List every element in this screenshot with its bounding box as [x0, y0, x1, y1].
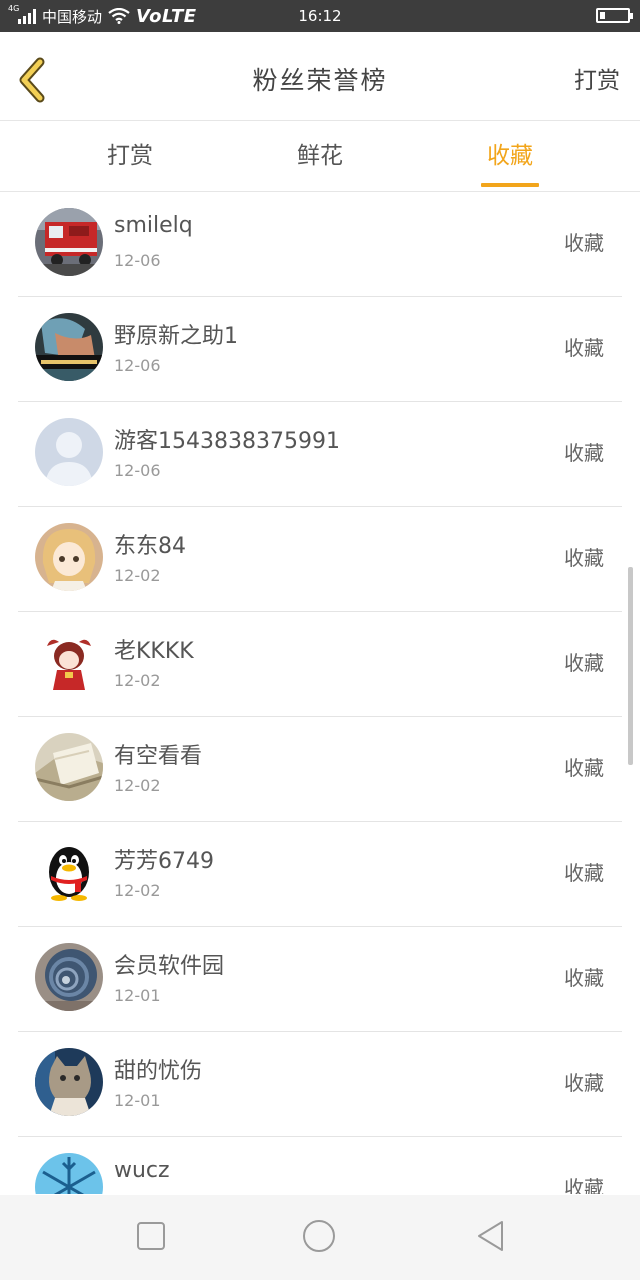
user-name: 游客1543838375991	[114, 429, 340, 454]
favorite-label: 收藏	[564, 756, 604, 780]
list-item[interactable]: 野原新之助1 12-06 收藏	[18, 296, 622, 402]
list-item[interactable]: 老KKKK 12-02 收藏	[18, 611, 622, 717]
tab-favorites[interactable]: 收藏	[420, 121, 600, 191]
tab-label: 收藏	[487, 143, 533, 169]
tab-reward[interactable]: 打赏	[40, 121, 220, 191]
status-bar: 4G 中国移动 VoLTE 16:12	[0, 0, 640, 32]
list-item[interactable]: 会员软件园 12-01 收藏	[18, 926, 622, 1032]
battery-icon	[596, 8, 633, 23]
user-name: 芳芳6749	[114, 849, 214, 874]
item-date: 12-06	[114, 461, 161, 480]
cat-avatar	[35, 1048, 103, 1116]
active-tab-indicator	[481, 183, 539, 187]
item-date: 12-02	[114, 776, 161, 795]
fan-list[interactable]: smilelq 12-06 收藏 野原新之助1 12-06 收藏 游客15438…	[0, 191, 640, 1194]
item-date: 12-06	[114, 356, 161, 375]
default-user-avatar	[35, 418, 103, 486]
system-nav-bar	[0, 1195, 640, 1280]
user-name: 甜的忧伤	[114, 1059, 203, 1084]
list-item[interactable]: 芳芳6749 12-02 收藏	[18, 821, 622, 927]
snowflake-avatar	[35, 1153, 103, 1194]
snail-avatar	[35, 943, 103, 1011]
list-item[interactable]: 游客1543838375991 12-06 收藏	[18, 401, 622, 507]
user-name: 老KKKK	[114, 639, 194, 664]
penguin-avatar	[35, 838, 103, 906]
page-title: 粉丝荣誉榜	[252, 66, 388, 95]
favorite-label: 收藏	[564, 861, 604, 885]
item-date: 12-02	[114, 881, 161, 900]
user-name: 东东84	[114, 534, 186, 559]
tab-flowers[interactable]: 鲜花	[230, 121, 410, 191]
list-item[interactable]: 东东84 12-02 收藏	[18, 506, 622, 612]
item-date: 12-02	[114, 671, 161, 690]
favorite-label: 收藏	[564, 441, 604, 465]
user-name: wucz	[114, 1158, 170, 1183]
user-name: 会员软件园	[114, 954, 225, 979]
list-item[interactable]: wucz 收藏	[18, 1136, 622, 1194]
fire-truck-avatar	[35, 208, 103, 276]
item-date: 12-01	[114, 1091, 161, 1110]
tab-label: 鲜花	[297, 143, 343, 169]
favorite-label: 收藏	[564, 1176, 604, 1194]
home-icon[interactable]	[302, 1219, 336, 1253]
app-header: 粉丝荣誉榜 打赏	[0, 32, 640, 121]
recent-apps-icon[interactable]	[134, 1219, 168, 1253]
item-date: 12-02	[114, 566, 161, 585]
user-name: 有空看看	[114, 744, 203, 769]
anime-girl-avatar	[35, 523, 103, 591]
favorite-label: 收藏	[564, 231, 604, 255]
list-item[interactable]: 有空看看 12-02 收藏	[18, 716, 622, 822]
photo-avatar	[35, 313, 103, 381]
favorite-label: 收藏	[564, 546, 604, 570]
status-time: 16:12	[298, 7, 342, 25]
tab-bar: 打赏 鲜花 收藏	[0, 121, 640, 192]
favorite-label: 收藏	[564, 336, 604, 360]
favorite-label: 收藏	[564, 1071, 604, 1095]
anime-chibi-avatar	[35, 628, 103, 696]
reward-button[interactable]: 打赏	[574, 32, 620, 120]
tab-label: 打赏	[107, 143, 153, 169]
item-date: 12-06	[114, 251, 161, 270]
list-item[interactable]: smilelq 12-06 收藏	[18, 191, 622, 297]
back-icon[interactable]	[474, 1219, 508, 1253]
favorite-label: 收藏	[564, 651, 604, 675]
scrollbar[interactable]	[628, 567, 633, 765]
item-date: 12-01	[114, 986, 161, 1005]
favorite-label: 收藏	[564, 966, 604, 990]
book-avatar	[35, 733, 103, 801]
user-name: 野原新之助1	[114, 324, 238, 349]
user-name: smilelq	[114, 213, 193, 238]
list-item[interactable]: 甜的忧伤 12-01 收藏	[18, 1031, 622, 1137]
